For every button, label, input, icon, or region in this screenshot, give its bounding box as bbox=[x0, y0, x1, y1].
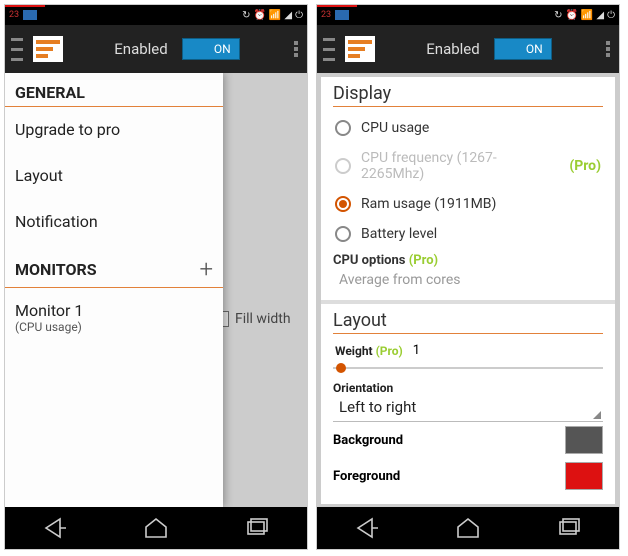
status-app-icon bbox=[23, 10, 37, 20]
home-icon[interactable] bbox=[455, 515, 481, 541]
pro-badge: (Pro) bbox=[376, 344, 403, 358]
wifi-icon: 📶 bbox=[581, 10, 593, 21]
radio-icon bbox=[335, 196, 351, 212]
slider-thumb-icon bbox=[336, 363, 346, 373]
enabled-label: Enabled bbox=[426, 40, 479, 58]
foreground-swatch[interactable] bbox=[565, 462, 603, 490]
background-label: Background bbox=[333, 433, 403, 448]
radio-cpu-frequency: CPU frequency (1267-2265Mhz) (Pro) bbox=[333, 143, 603, 189]
radio-icon bbox=[335, 158, 351, 174]
recents-icon[interactable] bbox=[244, 515, 270, 541]
drawer-icon[interactable] bbox=[11, 34, 25, 64]
status-bar: 23 ↻ ⏰ 📶 ◢ ⏻ bbox=[317, 5, 619, 25]
background-row[interactable]: Background bbox=[333, 422, 603, 458]
display-card: Display CPU usage CPU frequency (1267-22… bbox=[321, 77, 615, 300]
nav-bar bbox=[317, 507, 619, 549]
radio-battery-level[interactable]: Battery level bbox=[333, 219, 603, 249]
sync-icon: ↻ bbox=[242, 10, 250, 21]
status-icons: ↻ ⏰ 📶 ◢ ⏻ bbox=[554, 10, 615, 21]
power-icon: ⏻ bbox=[607, 10, 615, 21]
screen-right: 23 ↻ ⏰ 📶 ◢ ⏻ Enabled ON bbox=[316, 4, 620, 550]
enabled-toggle[interactable]: ON bbox=[182, 38, 240, 60]
alarm-icon: ⏰ bbox=[253, 10, 265, 21]
back-icon[interactable] bbox=[354, 515, 380, 541]
alarm-icon: ⏰ bbox=[565, 10, 577, 21]
app-logo-icon[interactable] bbox=[33, 36, 63, 62]
overflow-icon[interactable] bbox=[603, 41, 613, 57]
section-monitors: MONITORS + bbox=[5, 245, 223, 288]
enabled-toggle[interactable]: ON bbox=[494, 38, 552, 60]
cpu-options-label: CPU options (Pro) bbox=[333, 249, 603, 268]
display-header: Display bbox=[333, 83, 603, 107]
recents-icon[interactable] bbox=[556, 515, 582, 541]
wifi-icon: 📶 bbox=[269, 10, 281, 21]
network-icon: ◢ bbox=[596, 10, 604, 21]
monitor1-sub: (CPU usage) bbox=[15, 320, 213, 334]
foreground-row[interactable]: Foreground bbox=[333, 458, 603, 494]
app-logo-icon[interactable] bbox=[345, 36, 375, 62]
weight-value: 1 bbox=[413, 343, 420, 358]
weight-slider[interactable] bbox=[333, 367, 603, 369]
overflow-icon[interactable] bbox=[291, 41, 301, 57]
radio-cpu-usage[interactable]: CPU usage bbox=[333, 113, 603, 143]
layout-header: Layout bbox=[333, 310, 603, 334]
home-icon[interactable] bbox=[143, 515, 169, 541]
status-number: 23 bbox=[9, 10, 19, 20]
back-icon[interactable] bbox=[42, 515, 68, 541]
radio-ram-usage[interactable]: Ram usage (1911MB) bbox=[333, 189, 603, 219]
toggle-text: ON bbox=[214, 42, 231, 56]
navigation-drawer: GENERAL Upgrade to pro Layout Notificati… bbox=[5, 73, 223, 507]
power-icon: ⏻ bbox=[295, 10, 303, 21]
action-bar: Enabled ON bbox=[5, 25, 307, 73]
status-icons: ↻ ⏰ 📶 ◢ ⏻ bbox=[242, 10, 303, 21]
section-general: GENERAL bbox=[5, 73, 223, 107]
foreground-label: Foreground bbox=[333, 469, 400, 484]
radio-icon bbox=[335, 120, 351, 136]
add-monitor-icon[interactable]: + bbox=[199, 255, 213, 283]
status-bar: 23 ↻ ⏰ 📶 ◢ ⏻ bbox=[5, 5, 307, 25]
status-app-icon bbox=[335, 10, 349, 20]
nav-bar bbox=[5, 507, 307, 549]
radio-icon bbox=[335, 226, 351, 242]
action-bar: Enabled ON bbox=[317, 25, 619, 73]
drawer-item-notification[interactable]: Notification bbox=[5, 199, 223, 245]
monitor1-label: Monitor 1 bbox=[15, 301, 213, 320]
pro-badge: (Pro) bbox=[409, 253, 438, 268]
enabled-label: Enabled bbox=[114, 40, 167, 58]
fill-width-label: Fill width bbox=[235, 311, 291, 327]
screen-left: 23 ↻ ⏰ 📶 ◢ ⏻ Enabled ON bbox=[4, 4, 308, 550]
network-icon: ◢ bbox=[284, 10, 292, 21]
orientation-label: Orientation bbox=[333, 375, 603, 395]
background-swatch[interactable] bbox=[565, 426, 603, 454]
orientation-select[interactable]: Left to right bbox=[333, 395, 603, 422]
weight-label: Weight (Pro) bbox=[335, 344, 403, 358]
drawer-icon[interactable] bbox=[323, 34, 337, 64]
cpu-options-value: Average from cores bbox=[333, 268, 603, 290]
toggle-text: ON bbox=[526, 42, 543, 56]
layout-card: Layout Weight (Pro) 1 Orientation Left t… bbox=[321, 304, 615, 504]
status-number: 23 bbox=[321, 10, 331, 20]
drawer-item-monitor1[interactable]: Monitor 1 (CPU usage) bbox=[5, 288, 223, 348]
drawer-item-upgrade[interactable]: Upgrade to pro bbox=[5, 107, 223, 153]
drawer-item-layout[interactable]: Layout bbox=[5, 153, 223, 199]
pro-badge: (Pro) bbox=[569, 158, 601, 174]
sync-icon: ↻ bbox=[554, 10, 562, 21]
